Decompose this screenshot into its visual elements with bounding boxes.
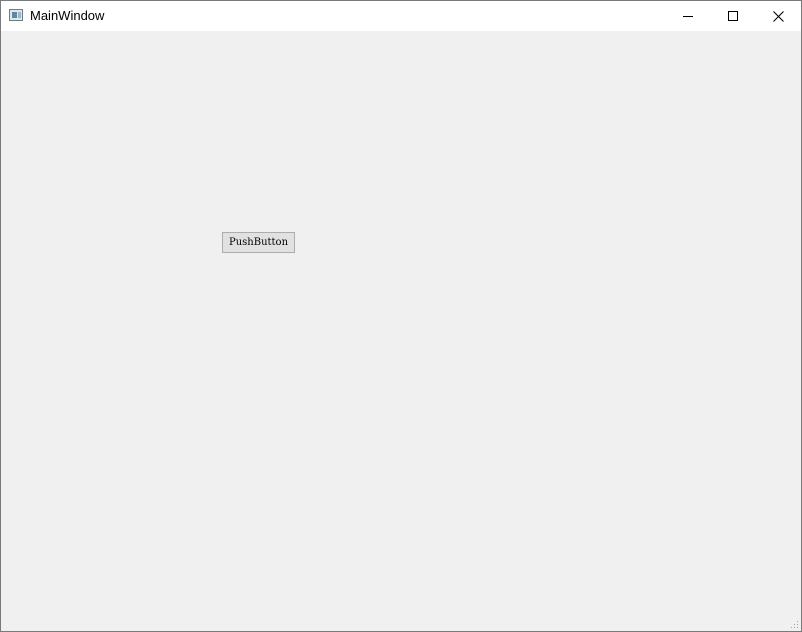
push-button[interactable]: PushButton [222, 232, 295, 253]
main-window: MainWindow PushButton [0, 0, 802, 632]
maximize-button[interactable] [710, 1, 756, 31]
app-window-icon [9, 9, 23, 21]
close-button[interactable] [755, 1, 801, 31]
central-widget: PushButton [1, 31, 801, 631]
minimize-icon [683, 16, 693, 17]
minimize-button[interactable] [665, 1, 711, 31]
window-title: MainWindow [30, 8, 105, 23]
maximize-icon [728, 11, 738, 21]
size-grip-icon[interactable] [789, 619, 799, 629]
title-bar[interactable]: MainWindow [1, 1, 801, 31]
close-icon [772, 10, 784, 22]
